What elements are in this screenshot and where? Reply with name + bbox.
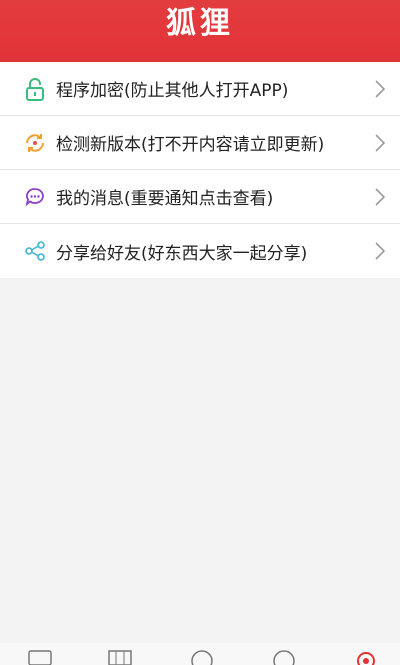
settings-menu: 程序加密(防止其他人打开APP) 检测新版本(打不开内容请立即更新) 我的消息(… bbox=[0, 62, 400, 278]
app-title: 狐狸 bbox=[166, 6, 234, 41]
menu-item-label: 程序加密(防止其他人打开APP) bbox=[56, 81, 289, 101]
app-screen: 狐狸 程序加密(防止其他人打开APP) 检测新版本(打不开内容请立即更新) 我的… bbox=[0, 0, 400, 665]
settings-icon[interactable] bbox=[354, 649, 378, 665]
bottom-nav bbox=[0, 643, 400, 665]
menu-item-encrypt[interactable]: 程序加密(防止其他人打开APP) bbox=[0, 62, 400, 116]
circle-icon[interactable] bbox=[190, 649, 214, 665]
chevron-right-icon bbox=[374, 133, 386, 153]
profile-icon[interactable] bbox=[272, 649, 296, 665]
home-icon[interactable] bbox=[28, 649, 52, 665]
grid-icon[interactable] bbox=[108, 649, 132, 665]
chevron-right-icon bbox=[374, 241, 386, 261]
chevron-right-icon bbox=[374, 79, 386, 99]
refresh-icon bbox=[22, 130, 48, 156]
menu-item-label: 分享给好友(好东西大家一起分享) bbox=[56, 243, 308, 264]
menu-item-check-update[interactable]: 检测新版本(打不开内容请立即更新) bbox=[0, 116, 400, 170]
menu-item-label: 我的消息(重要通知点击查看) bbox=[56, 189, 274, 209]
app-header: 狐狸 bbox=[0, 0, 400, 62]
chevron-right-icon bbox=[374, 187, 386, 207]
menu-item-messages[interactable]: 我的消息(重要通知点击查看) bbox=[0, 170, 400, 224]
menu-item-share[interactable]: 分享给好友(好东西大家一起分享) bbox=[0, 224, 400, 278]
share-icon bbox=[22, 238, 48, 264]
lock-icon bbox=[22, 76, 48, 102]
menu-item-label: 检测新版本(打不开内容请立即更新) bbox=[56, 135, 325, 155]
message-icon bbox=[22, 184, 48, 210]
